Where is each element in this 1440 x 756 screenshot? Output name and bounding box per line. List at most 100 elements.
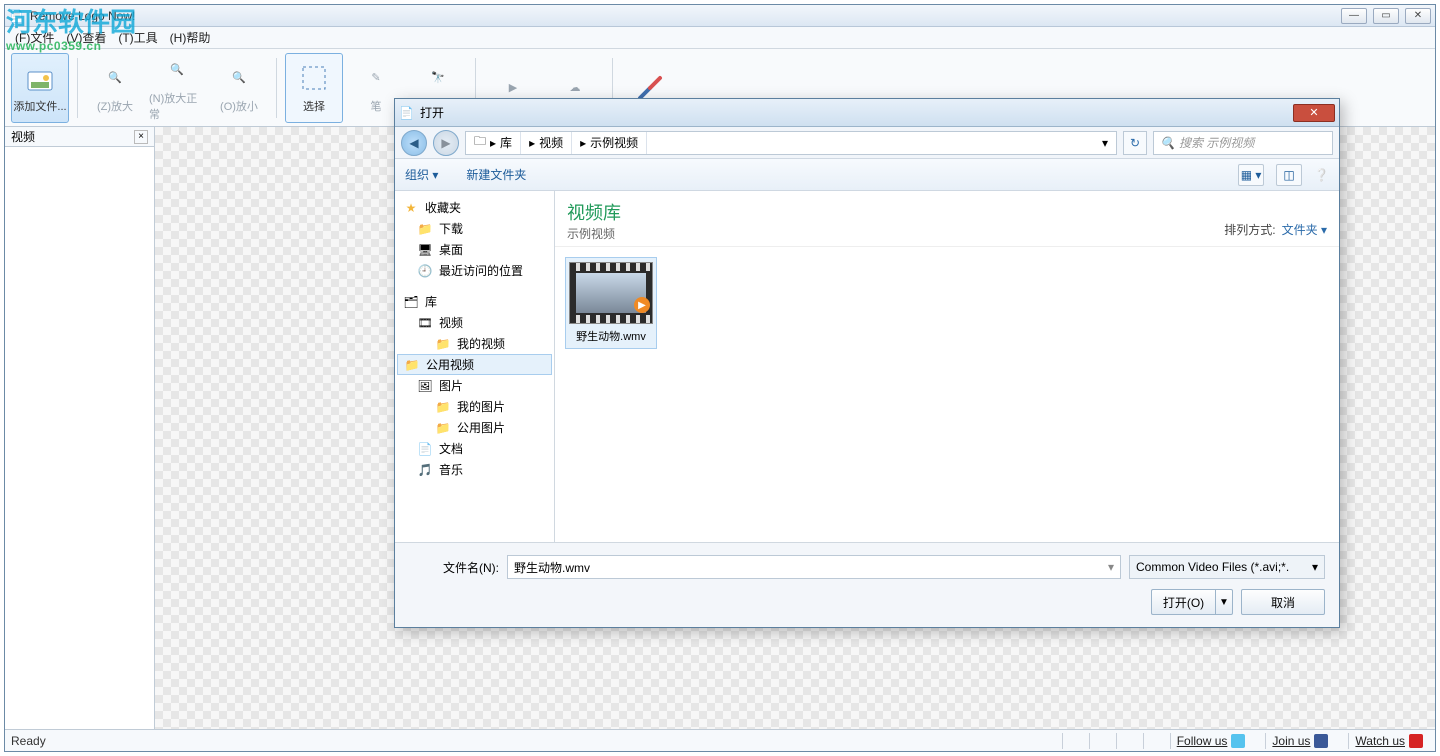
tree-desktop[interactable]: 🖥桌面 xyxy=(395,239,554,260)
file-list-area: 视频库 示例视频 排列方式: 文件夹 ▾ ▶ 野生动物.wmv xyxy=(555,191,1339,542)
open-dropdown-button[interactable]: ▼ xyxy=(1215,589,1233,615)
file-open-dialog: 📄 打开 ✕ ◀ ▶ 🗀 ▸ 库 ▸ 视频 ▸ 示例视频 ▾ ↻ 🔍 搜索 示例… xyxy=(394,98,1340,628)
menu-tools[interactable]: (T)工具 xyxy=(118,29,157,46)
close-button[interactable]: ✕ xyxy=(1405,8,1431,24)
zoom-out-icon: 🔍 xyxy=(223,62,255,94)
open-button[interactable]: 打开(O) xyxy=(1151,589,1215,615)
sort-label: 排列方式: xyxy=(1224,221,1275,238)
sort-control[interactable]: 排列方式: 文件夹 ▾ xyxy=(1224,199,1327,242)
folder-icon: 📁 xyxy=(404,357,420,373)
pen-tool-label: 笔 xyxy=(371,98,382,114)
new-folder-button[interactable]: 新建文件夹 xyxy=(466,166,526,183)
chevron-down-icon[interactable]: ▾ xyxy=(1108,560,1114,574)
breadcrumb[interactable]: 🗀 ▸ 库 ▸ 视频 ▸ 示例视频 ▾ xyxy=(465,131,1117,155)
tree-public-videos[interactable]: 📁公用视频 xyxy=(397,354,552,375)
app-title: Remove Logo Now! xyxy=(30,9,1341,23)
maximize-button[interactable]: ▭ xyxy=(1373,8,1399,24)
status-segment xyxy=(1116,733,1129,749)
tree-recent[interactable]: 🕘最近访问的位置 xyxy=(395,260,554,281)
tree-libraries[interactable]: 🗂库 xyxy=(395,291,554,312)
nav-back-button[interactable]: ◀ xyxy=(401,130,427,156)
refresh-button[interactable]: ↻ xyxy=(1123,131,1147,155)
folder-icon: 📁 xyxy=(435,399,451,415)
recent-icon: 🕘 xyxy=(417,263,433,279)
app-icon: 📄 xyxy=(9,9,24,23)
tree-documents[interactable]: 📄文档 xyxy=(395,438,554,459)
tree-my-videos[interactable]: 📁我的视频 xyxy=(395,333,554,354)
library-subtitle: 示例视频 xyxy=(567,225,621,242)
facebook-icon xyxy=(1314,734,1328,748)
zoom-in-label: (Z)放大 xyxy=(97,98,133,114)
tree-music[interactable]: 🎵音乐 xyxy=(395,459,554,480)
pen-icon: ✎ xyxy=(360,62,392,94)
filename-input[interactable]: 野生动物.wmv ▾ xyxy=(507,555,1121,579)
star-icon: ★ xyxy=(403,200,419,216)
join-us-label: Join us xyxy=(1272,734,1310,748)
tree-downloads[interactable]: 📁下载 xyxy=(395,218,554,239)
tree-pictures[interactable]: 🖼图片 xyxy=(395,375,554,396)
breadcrumb-seg[interactable]: 库 xyxy=(500,134,512,151)
zoom-out-button[interactable]: 🔍 (O)放小 xyxy=(210,53,268,123)
sort-value[interactable]: 文件夹 ▾ xyxy=(1282,221,1327,238)
toolbar-divider xyxy=(276,58,277,118)
video-icon: 🎞 xyxy=(417,315,433,331)
twitter-icon xyxy=(1231,734,1245,748)
dialog-body: ★收藏夹 📁下载 🖥桌面 🕘最近访问的位置 🗂库 🎞视频 📁我的视频 📁公用视频… xyxy=(395,191,1339,542)
dialog-toolbar: 组织 ▾ 新建文件夹 ▦ ▾ ◫ ❔ xyxy=(395,159,1339,191)
side-panel-close-icon[interactable]: × xyxy=(134,130,148,144)
window-controls: — ▭ ✕ xyxy=(1341,8,1431,24)
select-tool-button[interactable]: 选择 xyxy=(285,53,343,123)
cancel-button[interactable]: 取消 xyxy=(1241,589,1325,615)
breadcrumb-seg[interactable]: 视频 xyxy=(539,134,563,151)
filetype-select[interactable]: Common Video Files (*.avi;*. ▾ xyxy=(1129,555,1325,579)
organize-button[interactable]: 组织 ▾ xyxy=(405,166,438,183)
help-icon[interactable]: ❔ xyxy=(1314,168,1329,182)
zoom-in-icon: 🔍 xyxy=(99,62,131,94)
preview-pane-button[interactable]: ◫ xyxy=(1276,164,1302,186)
add-files-icon xyxy=(24,62,56,94)
menu-bar: (F)文件 (V)查看 (T)工具 (H)帮助 xyxy=(5,27,1435,49)
follow-us-link[interactable]: Follow us xyxy=(1170,733,1252,749)
status-segment xyxy=(1143,733,1156,749)
zoom-in-button[interactable]: 🔍 (Z)放大 xyxy=(86,53,144,123)
file-grid[interactable]: ▶ 野生动物.wmv xyxy=(555,247,1339,542)
zoom-normal-button[interactable]: 🔍 (N)放大正常 xyxy=(148,53,206,123)
tree-favorites[interactable]: ★收藏夹 xyxy=(395,197,554,218)
dialog-close-button[interactable]: ✕ xyxy=(1293,104,1335,122)
binoculars-icon: 🔭 xyxy=(422,62,454,94)
view-mode-button[interactable]: ▦ ▾ xyxy=(1238,164,1264,186)
chevron-down-icon: ▾ xyxy=(1312,560,1318,574)
search-icon: 🔍 xyxy=(1160,136,1175,150)
add-files-label: 添加文件... xyxy=(13,98,66,114)
watch-us-link[interactable]: Watch us xyxy=(1348,733,1429,749)
select-tool-label: 选择 xyxy=(303,98,325,114)
tree-my-pictures[interactable]: 📁我的图片 xyxy=(395,396,554,417)
music-icon: 🎵 xyxy=(417,462,433,478)
menu-help[interactable]: (H)帮助 xyxy=(170,29,211,46)
nav-forward-button[interactable]: ▶ xyxy=(433,130,459,156)
minimize-button[interactable]: — xyxy=(1341,8,1367,24)
youtube-icon xyxy=(1409,734,1423,748)
search-input[interactable]: 🔍 搜索 示例视频 xyxy=(1153,131,1333,155)
menu-view[interactable]: (V)查看 xyxy=(66,29,106,46)
filename-label: 文件名(N): xyxy=(409,559,499,576)
dialog-nav: ◀ ▶ 🗀 ▸ 库 ▸ 视频 ▸ 示例视频 ▾ ↻ 🔍 搜索 示例视频 xyxy=(395,127,1339,159)
breadcrumb-seg[interactable]: 示例视频 xyxy=(590,134,638,151)
status-ready: Ready xyxy=(11,734,46,748)
menu-file[interactable]: (F)文件 xyxy=(15,29,54,46)
tree-public-pictures[interactable]: 📁公用图片 xyxy=(395,417,554,438)
status-segment xyxy=(1062,733,1075,749)
tree-videos[interactable]: 🎞视频 xyxy=(395,312,554,333)
add-files-button[interactable]: 添加文件... xyxy=(11,53,69,123)
dialog-title: 打开 xyxy=(420,104,1293,121)
status-segment xyxy=(1089,733,1102,749)
follow-us-label: Follow us xyxy=(1177,734,1228,748)
doc-icon: 📄 xyxy=(417,441,433,457)
status-bar: Ready Follow us Join us Watch us xyxy=(5,729,1435,751)
side-panel-tab-label: 视频 xyxy=(11,128,35,145)
content-header: 视频库 示例视频 排列方式: 文件夹 ▾ xyxy=(555,191,1339,247)
join-us-link[interactable]: Join us xyxy=(1265,733,1334,749)
zoom-normal-label: (N)放大正常 xyxy=(149,90,205,122)
file-item[interactable]: ▶ 野生动物.wmv xyxy=(565,257,657,349)
video-thumbnail: ▶ xyxy=(569,262,653,324)
